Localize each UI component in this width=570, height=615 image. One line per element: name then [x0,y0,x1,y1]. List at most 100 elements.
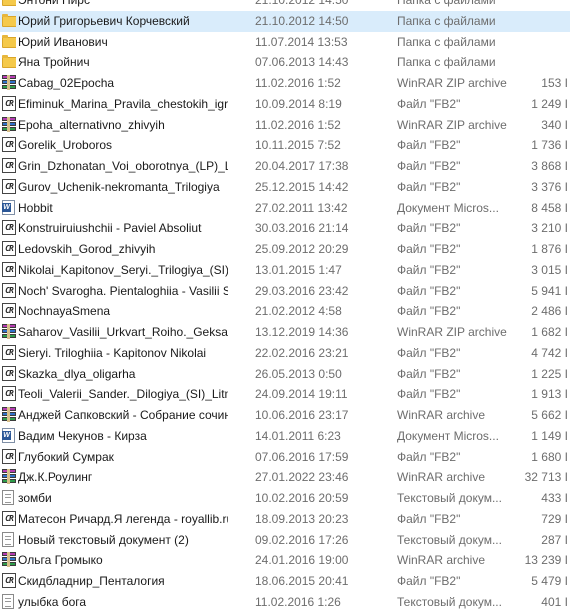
file-row[interactable]: Вадим Чекунов - Кирза 14.01.2011 6:23 Доку… [0,426,570,447]
file-type: Папка с файлами [397,34,496,49]
file-row[interactable]: CRGrin_Dzhonatan_Voi_oborotnya_(LP)_LitL… [0,156,570,177]
file-row[interactable]: зомби 10.02.2016 20:59 Текстовый докум... 4… [0,488,570,509]
file-name: Вадим Чекунов - Кирза [18,428,147,443]
winrar-icon [2,116,16,133]
file-size: 153 I [541,76,568,90]
file-row[interactable]: Дж.К.Роулинг 27.01.2022 23:46 WinRAR archi… [0,467,570,488]
file-row[interactable]: CR Skazka_dlya_oligarha 26.05.2013 0:50 Фай… [0,364,570,385]
file-row[interactable]: Hobbit 27.02.2011 13:42 Документ Micros...… [0,198,570,219]
file-type: WinRAR ZIP archive [397,325,507,339]
file-type: Файл "FB2" [397,221,461,236]
file-row[interactable]: CR Gurov_Uchenik-nekromanta_Trilogiya 25.1… [0,177,570,198]
file-size: 1 225 I [531,366,568,381]
file-row[interactable]: CR Ledovskih_Gorod_zhivyih 25.09.2012 20:2… [0,239,570,260]
file-row[interactable]: CR Gorelik_Uroboros 10.11.2015 7:52 Файл "F… [0,135,570,156]
file-size: 1 680 I [531,449,568,464]
file-row[interactable]: CR Глубокий Сумрак 07.06.2016 17:59 Файл "F… [0,447,570,468]
folder-icon [2,34,16,50]
file-type: Файл "FB2" [397,511,461,526]
file-name: Юрий Григорьевич Корчевский [18,13,190,28]
file-row[interactable]: CR NochnayaSmena 21.02.2012 4:58 Файл "FB2"… [0,301,570,322]
fb2-icon: CR [2,220,16,236]
file-row[interactable]: Epoha_alternativno_zhivyih 11.02.2016 1:5… [0,115,570,136]
file-size: 2 486 I [531,304,568,319]
fb2-icon: CR [2,261,16,278]
file-size: 729 I [541,511,568,526]
text-document-icon [2,490,16,506]
file-row[interactable]: Ольга Громыко 24.01.2016 19:00 WinRAR arch… [0,550,570,571]
file-date: 11.02.2016 1:52 [255,76,341,90]
file-list: Энтони Пирс 21.10.2012 14:50 Папка с файла… [0,0,570,613]
file-row[interactable]: CR Матесон Ричард.Я легенда - royallib.ru… [0,509,570,530]
file-row[interactable]: Анджей Сапковский - Собрание сочин... 10.… [0,405,570,426]
word-document-icon [2,199,16,216]
file-date: 29.03.2016 23:42 [255,283,349,298]
file-date: 30.03.2016 21:14 [255,221,349,236]
file-date: 10.09.2014 8:19 [255,96,342,111]
file-date: 21.10.2012 14:50 [255,13,349,28]
file-type: Текстовый докум... [397,532,502,547]
file-name: Epoha_alternativno_zhivyih [18,117,165,132]
file-row[interactable]: Энтони Пирс 21.10.2012 14:50 Папка с файла… [0,0,570,11]
file-date: 10.06.2016 23:17 [255,408,349,422]
file-name: улыбка бога [18,594,87,609]
folder-icon [2,54,16,70]
file-name: Матесон Ричард.Я легенда - royallib.ru [18,511,228,526]
file-row[interactable]: CR Konstruiruiushchii - Paviel Absoliut 30… [0,218,570,239]
file-row[interactable]: CR Noch' Svarogha. Pientaloghiia - Vasili… [0,281,570,302]
file-size: 8 458 I [531,200,568,215]
file-size: 4 742 I [531,345,568,360]
file-date: 22.02.2016 23:21 [255,345,349,360]
file-date: 18.06.2015 20:41 [255,574,349,588]
file-size: 287 I [541,532,568,547]
fb2-icon: CR [2,365,16,382]
file-row[interactable]: Новый текстовый документ (2) 09.02.2016 1… [0,530,570,551]
file-row[interactable]: CR Nikolai_Kapitonov_Seryi._Trilogiya_(SI… [0,260,570,281]
file-row[interactable]: Юрий Иванович 11.07.2014 13:53 Папка с фай… [0,32,570,53]
file-size: 1 913 I [531,387,568,402]
file-date: 10.11.2015 7:52 [255,138,341,153]
file-type: Папка с файлами [397,55,496,70]
file-size: 32 713 I [524,470,568,485]
file-size: 13 239 I [524,553,568,568]
file-type: Папка с файлами [397,13,496,28]
file-type: Файл "FB2" [397,138,461,153]
file-type: WinRAR ZIP archive [397,117,507,132]
file-name: Skazka_dlya_oligarha [18,366,136,381]
text-document-icon [2,531,16,548]
file-name: Новый текстовый документ (2) [18,532,189,547]
file-row[interactable]: Юрий Григорьевич Корчевский 21.10.2012 14… [0,10,570,32]
file-type: Папка с файлами [397,0,496,7]
file-type: Текстовый докум... [397,491,502,505]
fb2-icon: CR [2,178,16,195]
file-row[interactable]: Cabag_02Epocha 11.02.2016 1:52 WinRAR ZIP … [0,73,570,94]
file-name: Глубокий Сумрак [18,449,114,464]
file-name: Энтони Пирс [18,0,90,7]
winrar-icon [2,469,16,485]
file-name: Konstruiruiushchii - Paviel Absoliut [18,221,202,236]
file-row[interactable]: CR Efiminuk_Marina_Pravila_chestokih_igr.… [0,94,570,115]
file-type: Файл "FB2" [397,242,461,256]
file-type: Файл "FB2" [397,387,461,402]
file-date: 13.01.2015 1:47 [255,262,342,277]
file-row[interactable]: CR Sieryi. Triloghiia - Kapitonov Nikolai… [0,343,570,364]
file-row[interactable]: Яна Тройнич 07.06.2013 14:43 Папка с файла… [0,52,570,73]
file-type: Файл "FB2" [397,283,461,298]
word-document-icon [2,427,16,444]
file-name: Noch' Svarogha. Pientaloghiia - Vasilii … [18,283,228,298]
fb2-icon: CR [2,344,16,361]
fb2-icon: CR [2,448,16,465]
file-size: 1 249 I [531,96,568,111]
file-name: Дж.К.Роулинг [18,470,93,485]
folder-icon [2,13,16,29]
file-type: WinRAR archive [397,470,486,485]
folder-icon [2,0,16,8]
file-size: 3 210 I [531,221,568,236]
file-size: 1 682 I [531,325,568,339]
file-type: Файл "FB2" [397,304,461,319]
file-row[interactable]: улыбка бога 11.02.2016 1:26 Текстовый доку… [0,592,570,613]
file-date: 14.01.2011 6:23 [255,428,341,443]
file-row[interactable]: CR Teoli_Valerii_Sander._Dilogiya_(SI)_Li… [0,384,570,405]
file-row[interactable]: CR Скидбладнир_Пенталогия 18.06.2015 20:41… [0,571,570,592]
file-row[interactable]: Saharov_Vasilii_Urkvart_Roiho._Geksalogi… [0,322,570,343]
